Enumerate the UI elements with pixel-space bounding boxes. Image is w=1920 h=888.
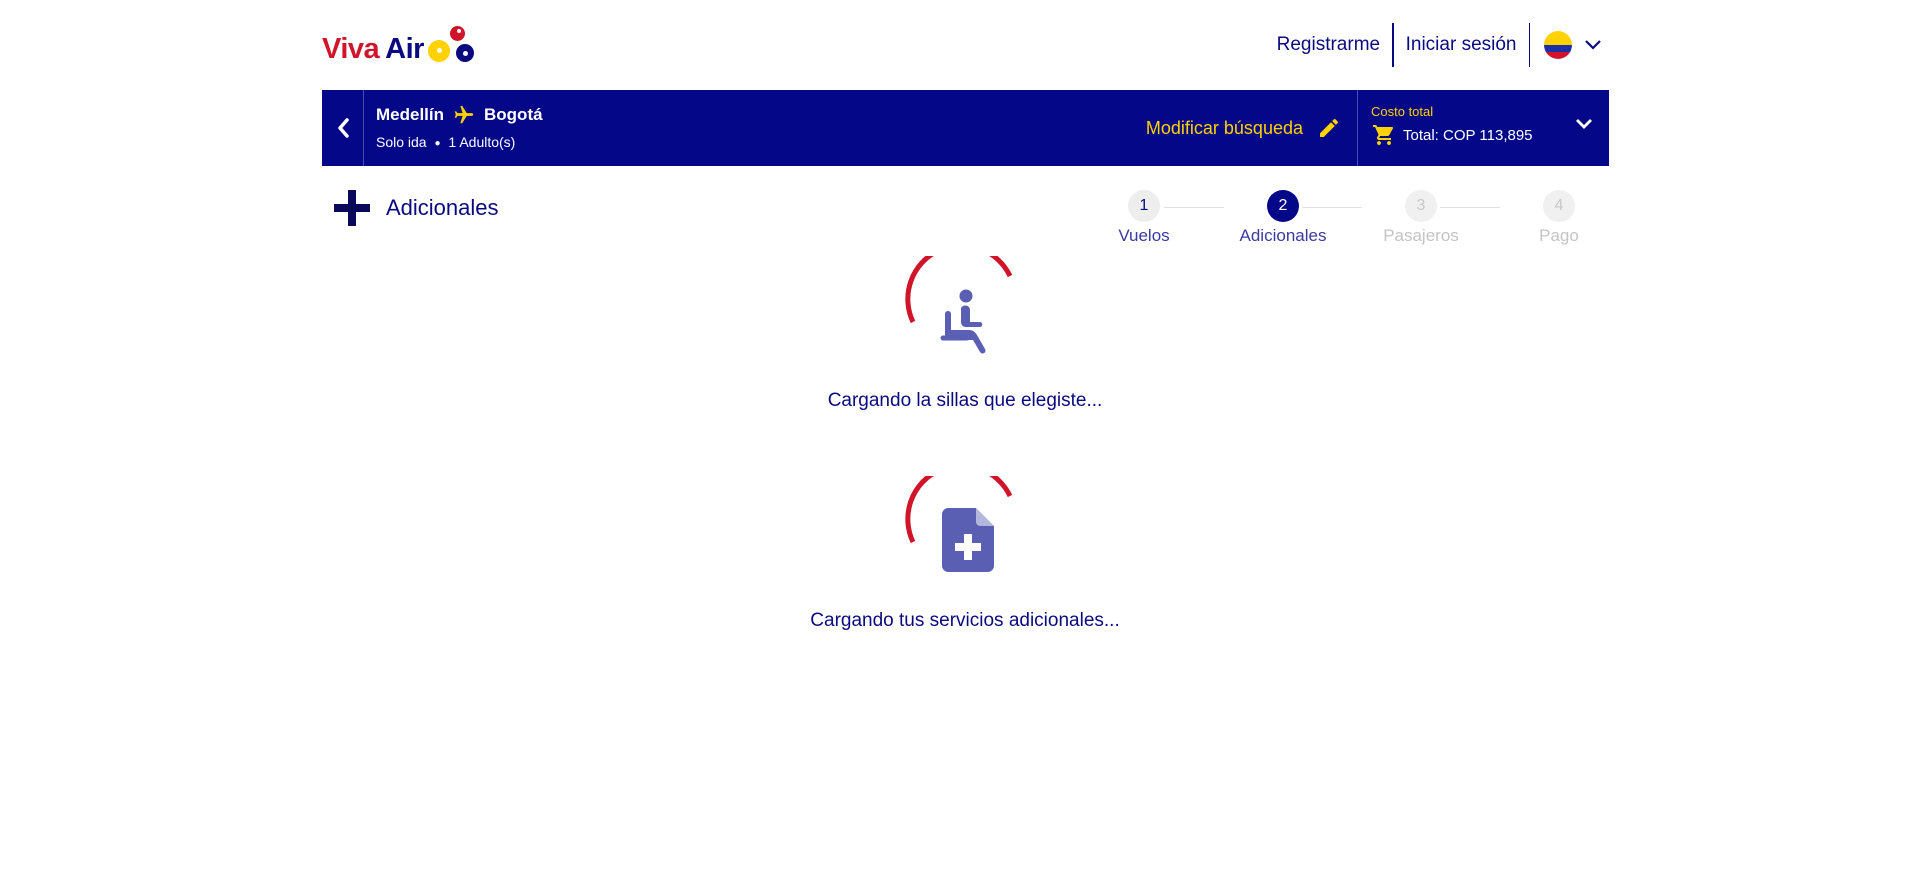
chevron-down-icon [1585,40,1601,50]
logo-dots-icon [427,24,480,64]
seats-loading-message: Cargando la sillas que elegiste... [827,390,1103,411]
origin-city: Medellín [376,105,445,124]
bullet-separator: ● [434,137,441,149]
section-title: Adicionales [386,195,499,220]
logo-text-viva: Viva [322,33,380,65]
register-link[interactable]: Registrarme [1265,22,1392,68]
step-pago: 4 Pago [1499,190,1619,246]
step-pasajeros: 3 Pasajeros [1361,190,1481,246]
pencil-icon [1320,118,1339,137]
step-label: Vuelos [1118,226,1170,245]
chevron-down-icon [1576,119,1592,129]
booking-stepper: 1 Vuelos 2 Adicionales 3 Pasajeros 4 Pag… [1084,190,1624,250]
total-cost-value: Total: COP 113,895 [1403,126,1533,144]
modify-search-button[interactable]: Modificar búsqueda [1146,90,1357,166]
section-header: Adicionales [334,190,499,226]
step-label: Pasajeros [1383,226,1459,245]
passenger-count: 1 Adulto(s) [448,134,516,150]
colombia-flag-icon [1544,31,1572,59]
login-link[interactable]: Iniciar sesión [1394,22,1529,68]
total-cost-label: Costo total [1371,104,1434,119]
step-number: 3 [1405,190,1437,222]
plus-icon [334,190,370,226]
add-document-icon [942,508,994,572]
booking-summary-bar: Medellín Bogotá Solo ida ● 1 Adulto(s) M… [322,90,1609,166]
services-loader: Cargando tus servicios adicionales... [665,476,1265,632]
top-nav: Registrarme Iniciar sesión [1265,22,1602,68]
step-number: 1 [1128,190,1160,222]
seat-icon [940,289,986,354]
step-label: Pago [1539,226,1579,245]
seats-loader: Cargando la sillas que elegiste... [665,256,1265,412]
modify-search-label: Modificar búsqueda [1145,117,1303,138]
back-button[interactable] [322,90,364,166]
trip-type: Solo ida [376,134,427,150]
destination-city: Bogotá [484,105,543,124]
step-vuelos[interactable]: 1 Vuelos [1084,190,1204,246]
services-loading-message: Cargando tus servicios adicionales... [810,610,1120,631]
viva-air-logo[interactable]: Viva Air [322,24,480,64]
total-cost-dropdown[interactable]: Costo total Total: COP 113,895 [1357,90,1609,166]
chevron-left-icon [337,118,349,138]
country-selector[interactable] [1530,31,1602,59]
cart-icon [1373,125,1394,145]
step-number: 2 [1267,190,1299,222]
step-adicionales: 2 Adicionales [1223,190,1343,246]
airplane-icon [452,104,476,126]
logo-text-air: Air [385,33,424,65]
step-label: Adicionales [1239,226,1327,245]
step-number: 4 [1543,190,1575,222]
route-info: Medellín Bogotá Solo ida ● 1 Adulto(s) [364,90,1146,166]
